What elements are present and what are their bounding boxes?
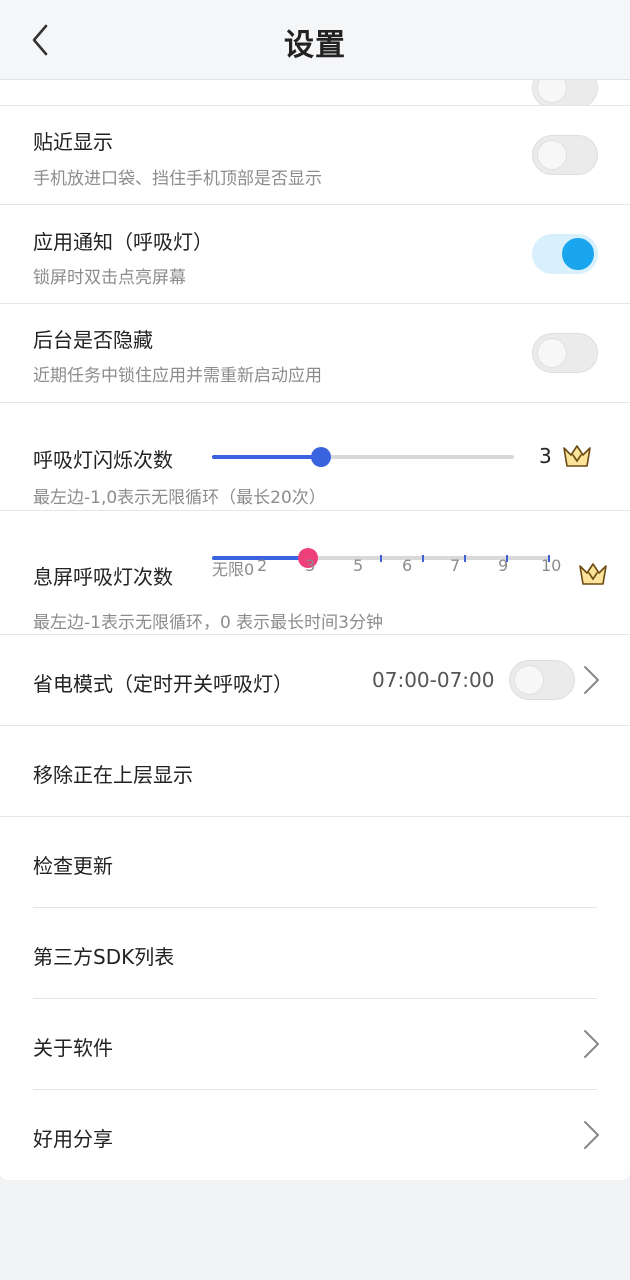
setting-sdk-list[interactable]: 第三方SDK列表 bbox=[0, 908, 630, 999]
toggle-knob bbox=[562, 238, 594, 270]
slider-tick bbox=[380, 555, 382, 562]
blink-count-subtitle: 最左边-1,0表示无限循环（最长20次） bbox=[33, 488, 326, 508]
slider-tick-label: 3 bbox=[305, 556, 316, 575]
slider-tick bbox=[422, 555, 424, 562]
setting-hide-background: 后台是否隐藏 近期任务中锁住应用并需重新启动应用 bbox=[0, 304, 630, 403]
blink-count-slider[interactable] bbox=[212, 447, 514, 467]
power-save-time: 07:00-07:00 bbox=[372, 668, 495, 692]
slider-tick bbox=[464, 555, 466, 562]
screen-off-count-subtitle: 最左边-1表示无限循环，0 表示最长时间3分钟 bbox=[33, 613, 383, 633]
slider-tick-label: 6 bbox=[402, 556, 413, 575]
chevron-right-icon bbox=[584, 1121, 599, 1149]
screen-off-count-title: 息屏呼吸灯次数 bbox=[33, 565, 173, 589]
header: 设置 bbox=[0, 0, 630, 80]
hide-bg-subtitle: 近期任务中锁住应用并需重新启动应用 bbox=[33, 366, 322, 386]
check-update-title: 检查更新 bbox=[33, 854, 113, 878]
setting-check-update[interactable]: 检查更新 bbox=[0, 817, 630, 908]
hide-bg-toggle[interactable] bbox=[532, 333, 598, 373]
chevron-right-icon bbox=[584, 1030, 599, 1058]
power-save-title: 省电模式（定时开关呼吸灯） bbox=[33, 672, 293, 696]
power-save-toggle[interactable] bbox=[509, 660, 575, 700]
partial-row bbox=[0, 80, 630, 106]
setting-proximity: 贴近显示 手机放进口袋、挡住手机顶部是否显示 bbox=[0, 106, 630, 205]
vip-crown-icon bbox=[579, 563, 607, 585]
remove-overlay-title: 移除正在上层显示 bbox=[33, 763, 193, 787]
page-title: 设置 bbox=[284, 28, 346, 63]
slider-fill bbox=[212, 455, 321, 459]
setting-screen-off-count: 息屏呼吸灯次数 无限0 2 3 5 6 7 9 10 最左边-1表示无限循环，0 表示最长时间… bbox=[0, 511, 630, 635]
proximity-toggle[interactable] bbox=[532, 135, 598, 175]
setting-app-notify: 应用通知（呼吸灯） 锁屏时双击点亮屏幕 bbox=[0, 205, 630, 304]
slider-tick-label: 9 bbox=[498, 556, 509, 575]
chevron-right-icon bbox=[584, 666, 599, 694]
vip-crown-icon bbox=[563, 445, 591, 467]
settings-card: 贴近显示 手机放进口袋、挡住手机顶部是否显示 应用通知（呼吸灯） 锁屏时双击点亮… bbox=[0, 80, 630, 1180]
toggle-knob bbox=[537, 140, 567, 170]
slider-tick-label: 5 bbox=[353, 556, 364, 575]
sdk-list-title: 第三方SDK列表 bbox=[33, 945, 175, 969]
slider-tick-label: 7 bbox=[450, 556, 461, 575]
partial-toggle[interactable] bbox=[532, 80, 598, 105]
setting-power-save[interactable]: 省电模式（定时开关呼吸灯） 07:00-07:00 bbox=[0, 635, 630, 726]
setting-share[interactable]: 好用分享 bbox=[0, 1090, 630, 1180]
slider-tick-label: 2 bbox=[257, 556, 268, 575]
toggle-knob bbox=[537, 338, 567, 368]
slider-thumb[interactable] bbox=[311, 447, 331, 467]
blink-count-value: 3 bbox=[539, 444, 552, 468]
setting-about[interactable]: 关于软件 bbox=[0, 999, 630, 1090]
toggle-knob bbox=[514, 665, 544, 695]
slider-tick-label: 无限0 bbox=[212, 560, 255, 579]
slider-tick-label: 10 bbox=[541, 556, 562, 575]
hide-bg-title: 后台是否隐藏 bbox=[33, 328, 153, 352]
setting-blink-count: 呼吸灯闪烁次数 3 最左边-1,0表示无限循环（最长20次） bbox=[0, 403, 630, 511]
blink-count-title: 呼吸灯闪烁次数 bbox=[33, 448, 173, 472]
about-title: 关于软件 bbox=[33, 1036, 113, 1060]
app-notify-subtitle: 锁屏时双击点亮屏幕 bbox=[33, 268, 186, 288]
share-title: 好用分享 bbox=[33, 1127, 113, 1151]
app-notify-title: 应用通知（呼吸灯） bbox=[33, 230, 213, 254]
setting-remove-overlay[interactable]: 移除正在上层显示 bbox=[0, 726, 630, 817]
proximity-title: 贴近显示 bbox=[33, 130, 113, 154]
proximity-subtitle: 手机放进口袋、挡住手机顶部是否显示 bbox=[33, 169, 322, 189]
app-notify-toggle[interactable] bbox=[532, 234, 598, 274]
